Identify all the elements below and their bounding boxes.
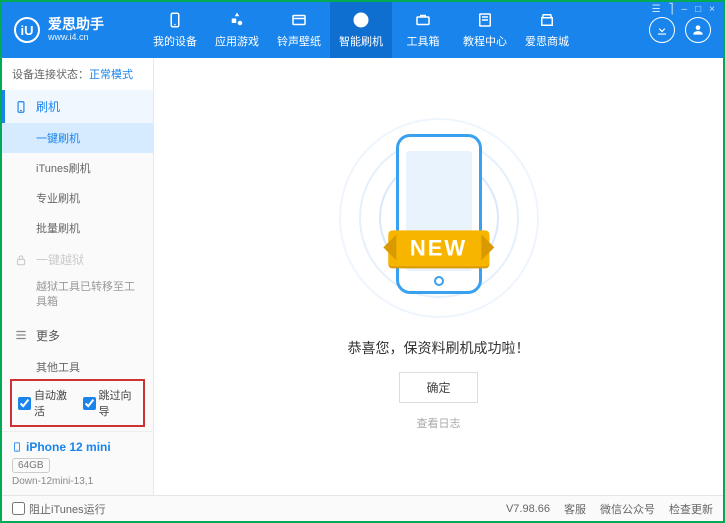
main-panel: NEW 恭喜您，保资料刷机成功啦！ 确定 查看日志 xyxy=(154,58,723,495)
logo-badge-icon: iU xyxy=(14,17,40,43)
flash-icon xyxy=(352,11,370,29)
version-label: V7.98.66 xyxy=(506,503,550,515)
nav-media[interactable]: 铃声壁纸 xyxy=(268,2,330,58)
storage-badge: 64GB xyxy=(12,458,50,473)
settings-icon[interactable]: ☰ xyxy=(650,4,663,15)
minimize-icon[interactable]: – xyxy=(680,4,690,15)
firmware-label: Down-12mini-13,1 xyxy=(12,476,143,487)
store-icon xyxy=(538,11,556,29)
view-log-link[interactable]: 查看日志 xyxy=(417,415,461,431)
app-title: 爱思助手 xyxy=(48,17,104,32)
statusbar: 阻止iTunes运行 V7.98.66 客服 微信公众号 检查更新 xyxy=(2,495,723,521)
more-icon xyxy=(14,328,28,342)
new-ribbon: NEW xyxy=(388,230,489,266)
nav-apps[interactable]: 应用游戏 xyxy=(206,2,268,58)
phone-icon xyxy=(12,440,22,454)
sidebar: 设备连接状态：正常模式 刷机一键刷机iTunes刷机专业刷机批量刷机一键越狱越狱… xyxy=(2,58,154,495)
side-group-lock[interactable]: 一键越狱 xyxy=(2,243,153,276)
connection-status: 设备连接状态：正常模式 xyxy=(2,58,153,90)
wechat-link[interactable]: 微信公众号 xyxy=(600,501,655,517)
titlebar: iU 爱思助手 www.i4.cn 我的设备应用游戏铃声壁纸智能刷机工具箱教程中… xyxy=(2,2,723,58)
side-item[interactable]: 一键刷机 xyxy=(2,123,153,153)
auto-activate-checkbox[interactable]: 自动激活 xyxy=(18,387,73,419)
update-link[interactable]: 检查更新 xyxy=(669,501,713,517)
nav-toolbox[interactable]: 工具箱 xyxy=(392,2,454,58)
window-controls: ☰ ⎤ – □ × xyxy=(650,4,717,15)
side-note: 越狱工具已转移至工具箱 xyxy=(2,276,153,319)
nav-store[interactable]: 爱思商城 xyxy=(516,2,578,58)
top-nav: 我的设备应用游戏铃声壁纸智能刷机工具箱教程中心爱思商城 xyxy=(144,2,649,58)
nav-flash[interactable]: 智能刷机 xyxy=(330,2,392,58)
side-item[interactable]: 专业刷机 xyxy=(2,183,153,213)
options-highlight: 自动激活 跳过向导 xyxy=(10,379,145,427)
success-message: 恭喜您，保资料刷机成功啦！ xyxy=(348,338,530,358)
maximize-icon[interactable]: □ xyxy=(693,4,703,15)
device-icon xyxy=(166,11,184,29)
lock-icon xyxy=(14,253,28,267)
success-illustration: NEW xyxy=(349,122,529,322)
media-icon xyxy=(290,11,308,29)
nav-tutorial[interactable]: 教程中心 xyxy=(454,2,516,58)
phone-icon xyxy=(14,100,28,114)
device-block[interactable]: iPhone 12 mini 64GB Down-12mini-13,1 xyxy=(2,431,153,495)
tutorial-icon xyxy=(476,11,494,29)
block-itunes-checkbox[interactable]: 阻止iTunes运行 xyxy=(12,501,106,517)
side-item[interactable]: iTunes刷机 xyxy=(2,153,153,183)
apps-icon xyxy=(228,11,246,29)
app-window: ☰ ⎤ – □ × iU 爱思助手 www.i4.cn 我的设备应用游戏铃声壁纸… xyxy=(0,0,725,523)
side-item[interactable]: 其他工具 xyxy=(2,352,153,375)
user-button[interactable] xyxy=(685,17,711,43)
app-url: www.i4.cn xyxy=(48,33,104,43)
pin-icon[interactable]: ⎤ xyxy=(667,4,676,15)
kefu-link[interactable]: 客服 xyxy=(564,501,586,517)
nav-device[interactable]: 我的设备 xyxy=(144,2,206,58)
skip-guide-checkbox[interactable]: 跳过向导 xyxy=(83,387,138,419)
side-group-phone[interactable]: 刷机 xyxy=(2,90,153,123)
side-item[interactable]: 批量刷机 xyxy=(2,213,153,243)
logo: iU 爱思助手 www.i4.cn xyxy=(14,17,144,43)
toolbox-icon xyxy=(414,11,432,29)
side-group-more[interactable]: 更多 xyxy=(2,319,153,352)
close-icon[interactable]: × xyxy=(707,4,717,15)
download-button[interactable] xyxy=(649,17,675,43)
ok-button[interactable]: 确定 xyxy=(399,372,477,403)
